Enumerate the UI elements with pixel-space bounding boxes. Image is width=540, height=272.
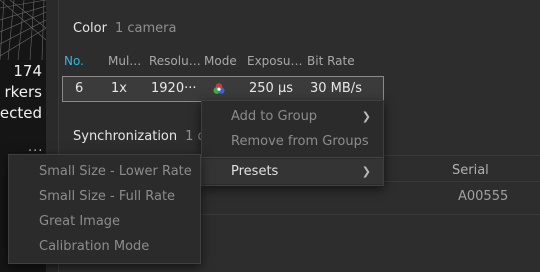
color-section-header[interactable]: Color 1 camera <box>73 21 176 36</box>
selected-label: ected <box>0 104 42 122</box>
section-subtitle: 1 camera <box>114 21 177 36</box>
chevron-right-icon: ❯ <box>361 165 371 178</box>
grid-mesh-graphic <box>0 0 46 60</box>
column-header-no[interactable]: No. <box>64 54 84 68</box>
column-header-serial[interactable]: Serial <box>452 163 489 178</box>
preset-great-image[interactable]: Great Image <box>9 209 200 234</box>
chevron-right-icon: ❯ <box>361 110 371 123</box>
camera-bit-rate: 30 MB/s <box>310 81 362 96</box>
divider <box>200 214 540 215</box>
markers-count: 174 <box>13 62 42 80</box>
column-header-mode[interactable]: Mode <box>204 54 237 68</box>
markers-label: rkers <box>4 83 42 101</box>
column-header-exposure[interactable]: Exposu… <box>247 54 303 68</box>
section-title: Color <box>73 21 107 36</box>
section-title: Synchronization <box>73 129 178 144</box>
device-serial: A00555 <box>458 189 509 204</box>
menu-item-remove-from-groups[interactable]: Remove from Groups <box>202 129 383 154</box>
camera-number: 6 <box>75 81 84 96</box>
preset-small-size-lower-rate[interactable]: Small Size - Lower Rate <box>9 159 200 184</box>
camera-exposure: 250 µs <box>249 81 293 96</box>
menu-item-add-to-group[interactable]: Add to Group ❯ <box>202 104 383 129</box>
column-header-bit-rate[interactable]: Bit Rate <box>307 54 355 68</box>
sync-section-header[interactable]: Synchronization1 dev <box>73 129 222 144</box>
camera-resolution: 1920··· <box>151 81 197 96</box>
color-wheel-icon <box>213 83 225 94</box>
menu-separator <box>202 157 383 158</box>
preset-small-size-full-rate[interactable]: Small Size - Full Rate <box>9 184 200 209</box>
column-header-resolution[interactable]: Resolu… <box>149 54 201 68</box>
column-header-multiplier[interactable]: Mul… <box>108 54 141 68</box>
context-menu: Add to Group ❯ Remove from Groups Preset… <box>201 100 384 186</box>
presets-submenu: Small Size - Lower Rate Small Size - Ful… <box>8 154 201 264</box>
preset-calibration-mode[interactable]: Calibration Mode <box>9 234 200 259</box>
camera-multiplier: 1x <box>111 81 127 96</box>
menu-item-presets[interactable]: Presets ❯ <box>202 159 383 184</box>
